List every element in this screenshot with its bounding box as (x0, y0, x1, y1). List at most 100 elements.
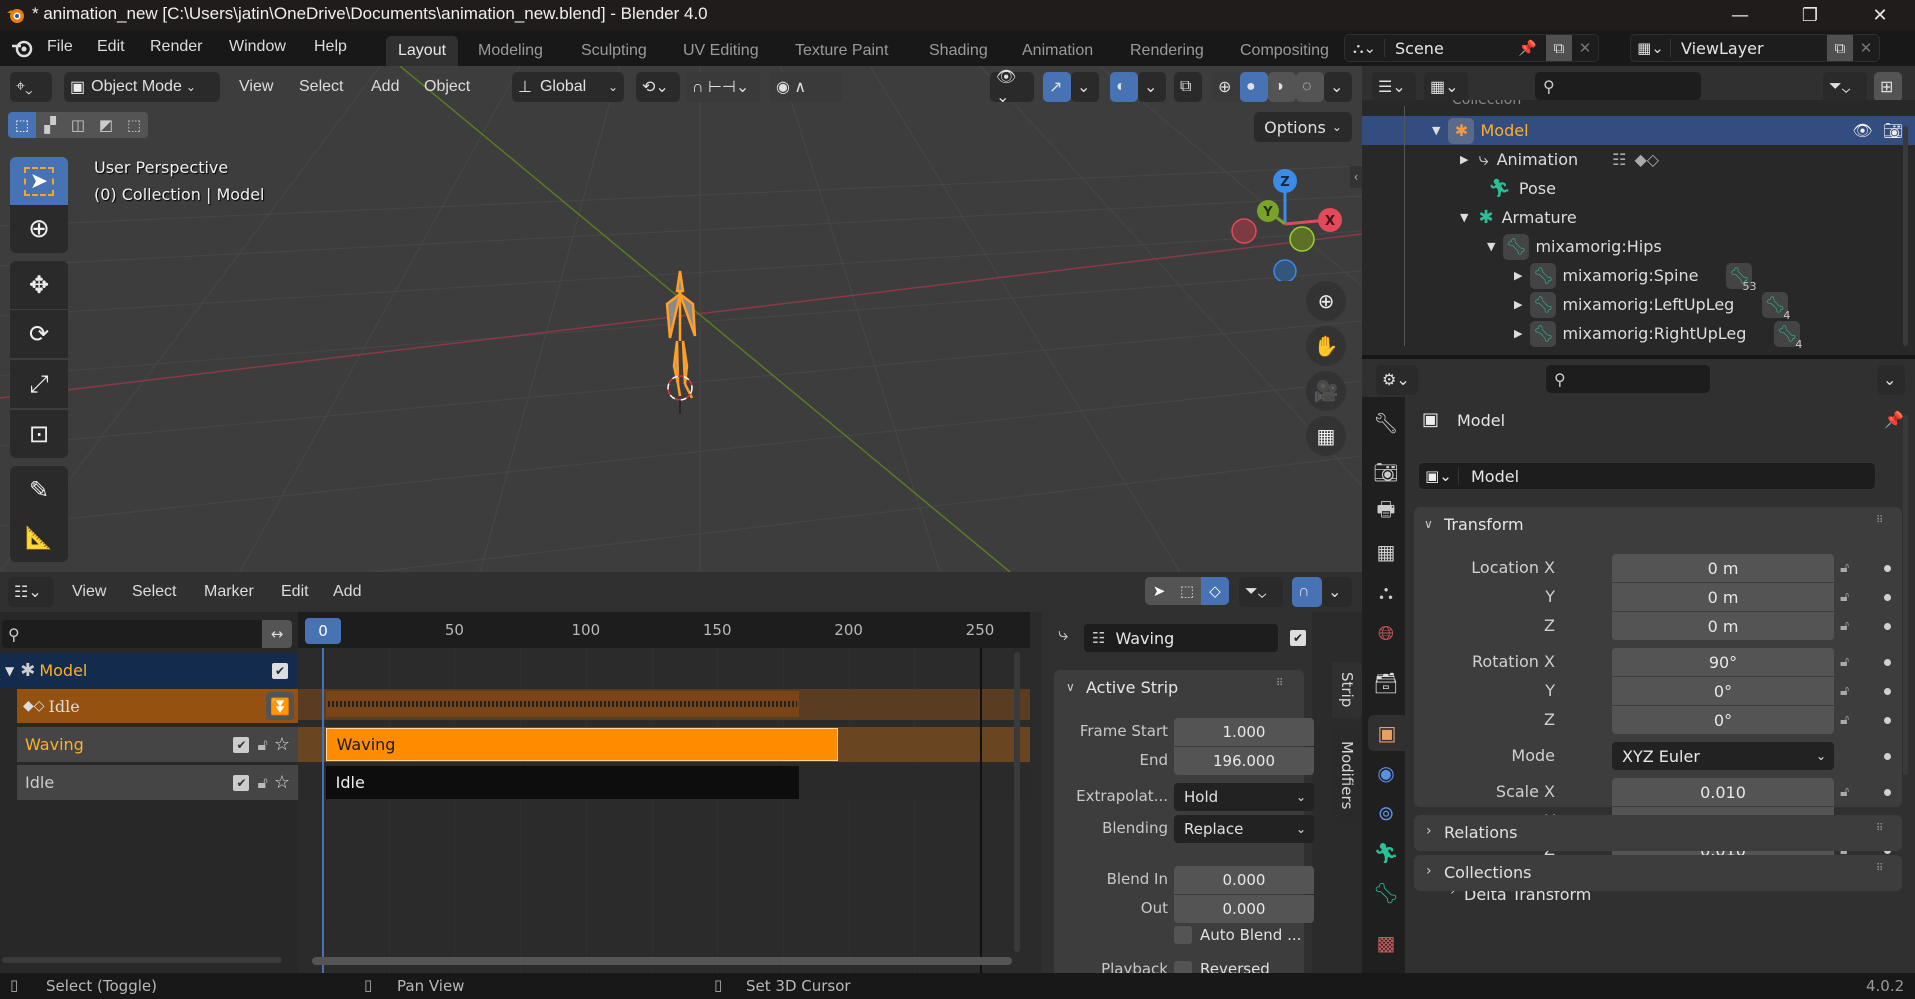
snap-button[interactable]: ∩ ⊢⊣⌄ (686, 72, 760, 102)
tool-scale[interactable]: ⤢ (10, 360, 68, 408)
transform-title[interactable]: Transform (1444, 515, 1524, 534)
menu-render[interactable]: Render (150, 38, 202, 56)
properties-search-field[interactable]: ⚲ (1546, 365, 1710, 393)
keyframe-dot-icon[interactable] (1884, 688, 1891, 695)
child-bones-icon[interactable]: 🦴︎ 4 (1774, 320, 1802, 351)
select-subtract-icon[interactable]: ◫ (64, 112, 92, 138)
keyframe-dot-icon[interactable] (1884, 565, 1891, 572)
transform-orientation-selector[interactable]: ⊥ Global ⌄ (512, 72, 624, 102)
new-collection-button[interactable]: ⊞ (1874, 72, 1902, 102)
nla-menu-edit[interactable]: Edit (281, 583, 309, 601)
tool-annotate[interactable]: ✎ (10, 466, 68, 514)
tab-physics[interactable]: ◉ (1368, 755, 1404, 791)
rotation-x-field[interactable]: 90° (1612, 648, 1834, 676)
tab-scene[interactable]: ⛬ (1368, 574, 1404, 610)
channel-object-model[interactable]: ▼ ✱ Model ✔ (0, 653, 298, 688)
outliner-row-collection[interactable]: Collection (1362, 100, 1915, 114)
nla-filter-button[interactable]: ⏷⌄ (1239, 577, 1283, 607)
expand-arrow-icon[interactable]: ▼ (5, 664, 14, 678)
tab-output[interactable]: 🖶 (1368, 494, 1404, 530)
tool-measure[interactable]: 📐 (10, 514, 68, 562)
overlays-dropdown[interactable]: ⌄ (1138, 72, 1166, 102)
menu-edit[interactable]: Edit (97, 38, 125, 56)
timeline-vscrollbar[interactable] (1014, 652, 1020, 952)
nla-editor-type-button[interactable]: ☷⌄ (8, 577, 54, 607)
properties-editor-type[interactable]: ⚙⌄ (1376, 365, 1418, 395)
tab-animation[interactable]: Animation (1010, 36, 1105, 66)
lock-icon[interactable]: 🔓︎ (1840, 654, 1849, 670)
location-z-field[interactable]: 0 m (1612, 612, 1834, 640)
lock-icon[interactable]: 🔓︎ (1840, 712, 1849, 728)
gizmo-toggle[interactable]: ↗ (1043, 72, 1071, 102)
channel-scrollbar[interactable] (2, 957, 282, 963)
viewport-menu-select[interactable]: Select (299, 78, 343, 96)
tool-rotate[interactable]: ⟳ (10, 310, 68, 358)
channel-action-idle[interactable]: ◆◇ Idle ⏬ (17, 689, 298, 723)
tab-compositing[interactable]: Compositing (1228, 36, 1338, 66)
tab-view-layer[interactable]: ▦ (1368, 534, 1404, 570)
menu-help[interactable]: Help (314, 38, 347, 56)
close-button[interactable]: ✕ (1845, 0, 1915, 30)
expand-arrow-icon[interactable]: ▶ (1514, 327, 1522, 340)
navigation-gizmo[interactable]: Z Y X (1220, 161, 1350, 281)
frame-ruler[interactable] (298, 612, 1030, 648)
keyframe-dot-icon[interactable] (1884, 594, 1891, 601)
minimize-button[interactable]: — (1705, 0, 1775, 30)
tool-transform[interactable]: ⊡ (10, 410, 68, 458)
keyframe-dot-icon[interactable] (1884, 753, 1891, 760)
outliner-filter-button[interactable]: ⏷⌄ (1823, 72, 1867, 102)
properties-options-dropdown[interactable]: ⌄ (1877, 365, 1905, 395)
rotation-mode-select[interactable]: XYZ Euler ⌄ (1612, 742, 1834, 770)
shading-rendered[interactable]: ◌ (1296, 72, 1324, 102)
outliner-row-animation[interactable]: ▶ ⤷ Animation ☷ ◆◇ (1362, 145, 1915, 174)
outliner-row-rightupleg[interactable]: ▶ 🦴︎ mixamorig:RightUpLeg 🦴︎ 4 (1362, 319, 1915, 351)
tool-move[interactable]: ✥ (10, 261, 68, 309)
drag-handle-icon[interactable]: ⠿ (1876, 823, 1883, 834)
tab-sculpting[interactable]: Sculpting (569, 36, 659, 66)
outliner-search-field[interactable]: ⚲ (1535, 72, 1701, 100)
lock-icon[interactable]: 🔓︎ (257, 735, 267, 755)
keyframe-dot-icon[interactable] (1884, 789, 1891, 796)
view-layer-name[interactable]: ViewLayer (1681, 39, 1827, 58)
nla-timeline[interactable]: 50 100 150 200 250 Waving Idle 0 (298, 612, 1030, 973)
3d-viewport[interactable]: ⌖⌄ ▣ Object Mode ⌄ View Select Add Objec… (0, 66, 1362, 572)
new-view-layer-icon[interactable]: ⧉ (1827, 35, 1853, 61)
menu-file[interactable]: File (47, 38, 73, 56)
outliner-row-model[interactable]: ▼ ✱ Model 👁 📷︎ (1362, 116, 1915, 145)
panel-title[interactable]: Active Strip (1086, 678, 1178, 697)
solo-star-icon[interactable]: ☆ (274, 734, 290, 755)
eye-icon[interactable]: 👁 (1852, 121, 1872, 140)
drag-handle-icon[interactable]: ⠿ (1876, 515, 1883, 526)
mode-selector[interactable]: ▣ Object Mode ⌄ (64, 72, 220, 102)
viewport-menu-object[interactable]: Object (424, 78, 470, 96)
expand-arrow-icon[interactable]: ▼ (1460, 211, 1468, 224)
tab-world[interactable]: 🌐︎ (1368, 615, 1404, 651)
pan-button[interactable]: ✋ (1306, 326, 1346, 366)
rotation-z-field[interactable]: 0° (1612, 706, 1834, 734)
scene-icon[interactable]: ⛬⌄ (1345, 39, 1385, 57)
track-mute-checkbox[interactable]: ✔ (233, 736, 250, 753)
shading-dropdown[interactable]: ⌄ (1324, 72, 1352, 102)
tab-rendering[interactable]: Rendering (1118, 36, 1216, 66)
blend-out-field[interactable]: 0.000 (1174, 895, 1314, 923)
blend-in-field[interactable]: 0.000 (1174, 866, 1314, 894)
display-mode-button[interactable]: ▦⌄ (1424, 72, 1468, 102)
drag-handle-icon[interactable]: ⠿ (1276, 678, 1283, 689)
location-x-field[interactable]: 0 m (1612, 554, 1834, 582)
tab-constraints[interactable]: ⊚ (1368, 795, 1404, 831)
pin-icon[interactable]: 📌 (1884, 410, 1904, 429)
tab-modifiers[interactable]: Modifiers (1332, 728, 1362, 822)
viewport-menu-add[interactable]: Add (371, 78, 399, 96)
frame-start-field[interactable]: 1.000 (1174, 718, 1314, 746)
lock-icon[interactable]: 🔓︎ (257, 773, 267, 793)
new-scene-icon[interactable]: ⧉ (1546, 35, 1572, 61)
object-datablock-icon[interactable]: ▣⌄ (1419, 467, 1459, 485)
box-select-icon[interactable]: ⬚ (1173, 582, 1201, 600)
outliner-editor-type[interactable]: ☰⌄ (1372, 72, 1416, 102)
nla-strip-waving[interactable]: Waving (325, 728, 839, 761)
nla-snap-toggle[interactable]: ∩ (1292, 577, 1322, 607)
expand-arrow-icon[interactable]: ▶ (1514, 269, 1522, 282)
tab-object[interactable]: ▣ (1368, 715, 1406, 751)
pin-icon[interactable]: 📌 (1518, 39, 1546, 57)
channel-search-field[interactable]: ⚲ ↔ (2, 620, 292, 648)
